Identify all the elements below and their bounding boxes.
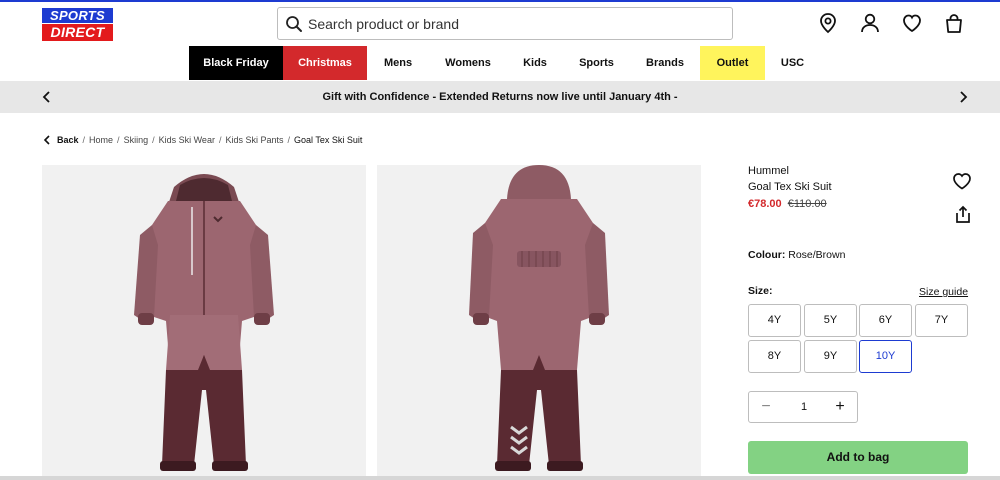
size-guide-link[interactable]: Size guide: [919, 286, 968, 298]
promo-banner: Gift with Confidence - Extended Returns …: [0, 81, 1000, 113]
colour-label: Colour:: [748, 249, 786, 261]
ski-suit-front-illustration: [134, 174, 274, 471]
breadcrumb-separator: /: [218, 135, 222, 145]
breadcrumb: Back / Home / Skiing / Kids Ski Wear / K…: [42, 133, 366, 147]
breadcrumb-separator: /: [117, 135, 120, 145]
product-image-back[interactable]: [377, 165, 701, 480]
logo-line-2: DIRECT: [42, 24, 113, 41]
price-current: €78.00: [748, 198, 782, 210]
chevron-left-icon: [43, 135, 50, 145]
wishlist-heart-icon[interactable]: [901, 12, 923, 34]
nav-item-black-friday[interactable]: Black Friday: [189, 46, 283, 80]
nav-item-womens[interactable]: Womens: [429, 46, 507, 80]
size-option-6y[interactable]: 6Y: [859, 304, 912, 337]
nav-item-usc[interactable]: USC: [765, 46, 820, 80]
quantity-stepper: − 1 +: [748, 391, 858, 423]
nav-item-brands[interactable]: Brands: [630, 46, 700, 80]
size-option-10y[interactable]: 10Y: [859, 340, 912, 373]
breadcrumb-item-skiing[interactable]: Skiing: [124, 135, 149, 145]
ski-suit-back-illustration: [469, 165, 609, 471]
colour-info: Colour: Rose/Brown: [748, 249, 845, 261]
product-image-front[interactable]: [42, 165, 366, 480]
add-to-bag-button[interactable]: Add to bag: [748, 441, 968, 474]
nav-item-mens[interactable]: Mens: [367, 46, 429, 80]
sports-direct-logo[interactable]: SPORTS DIRECT: [42, 8, 113, 41]
search-input[interactable]: [308, 12, 718, 36]
size-option-9y[interactable]: 9Y: [804, 340, 857, 373]
breadcrumb-item-kids-ski-pants[interactable]: Kids Ski Pants: [225, 135, 283, 145]
account-icon[interactable]: [859, 12, 881, 34]
breadcrumb-back[interactable]: Back: [42, 135, 79, 145]
search-icon[interactable]: [285, 15, 303, 33]
location-pin-icon[interactable]: [817, 12, 839, 34]
colour-value: Rose/Brown: [788, 249, 846, 261]
quantity-value[interactable]: 1: [789, 392, 819, 422]
search-box[interactable]: [277, 7, 733, 40]
size-option-5y[interactable]: 5Y: [804, 304, 857, 337]
main-nav: Black Friday Christmas Mens Womens Kids …: [0, 46, 1000, 81]
nav-item-outlet[interactable]: Outlet: [700, 46, 765, 80]
size-option-8y[interactable]: 8Y: [748, 340, 801, 373]
site-header: SPORTS DIRECT: [0, 2, 1000, 46]
size-label: Size:: [748, 285, 773, 297]
bottom-scroll-edge: [0, 476, 1000, 480]
size-option-4y[interactable]: 4Y: [748, 304, 801, 337]
logo-line-1: SPORTS: [42, 8, 113, 23]
heart-icon[interactable]: [952, 172, 972, 190]
chevron-right-icon[interactable]: [956, 90, 970, 104]
product-brand[interactable]: Hummel: [748, 165, 789, 177]
quantity-increase-button[interactable]: +: [831, 398, 849, 416]
promo-text[interactable]: Gift with Confidence - Extended Returns …: [0, 81, 1000, 113]
size-option-7y[interactable]: 7Y: [915, 304, 968, 337]
breadcrumb-back-label: Back: [57, 135, 79, 145]
breadcrumb-item-home[interactable]: Home: [89, 135, 113, 145]
breadcrumb-item-current: Goal Tex Ski Suit: [294, 135, 363, 145]
breadcrumb-separator: /: [287, 135, 291, 145]
product-name: Goal Tex Ski Suit: [748, 181, 832, 193]
breadcrumb-separator: /: [82, 135, 86, 145]
nav-item-kids[interactable]: Kids: [507, 46, 563, 80]
product-price: €78.00 €110.00: [748, 198, 827, 210]
share-icon[interactable]: [954, 205, 972, 224]
quantity-decrease-button[interactable]: −: [757, 398, 775, 416]
nav-item-christmas[interactable]: Christmas: [283, 46, 367, 80]
price-was: €110.00: [787, 198, 827, 210]
breadcrumb-separator: /: [152, 135, 155, 145]
nav-item-sports[interactable]: Sports: [563, 46, 630, 80]
breadcrumb-item-kids-ski-wear[interactable]: Kids Ski Wear: [159, 135, 215, 145]
bag-icon[interactable]: [943, 12, 965, 34]
